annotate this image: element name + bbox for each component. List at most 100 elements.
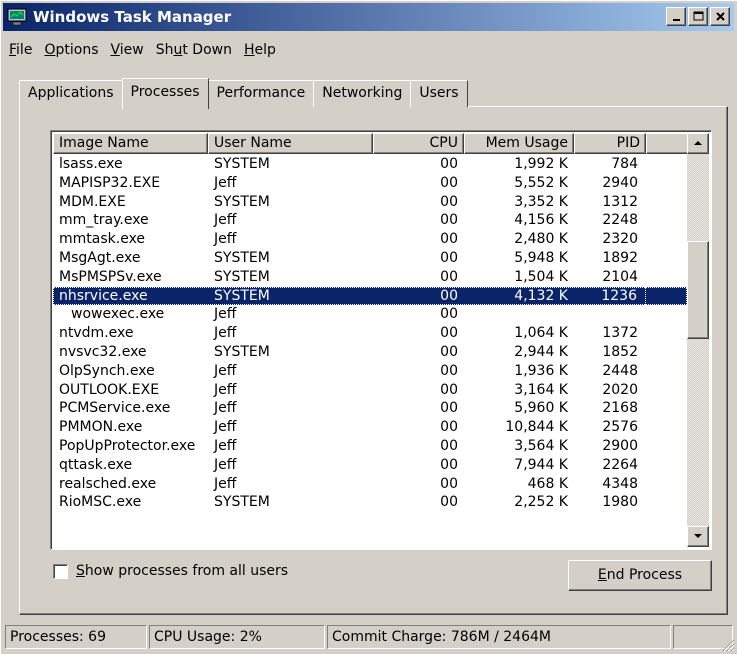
cell-mem-usage: 468 K bbox=[527, 475, 568, 492]
cell-mem-usage: 2,944 K bbox=[514, 343, 568, 360]
table-row[interactable]: realsched.exe Jeff 00 468 K 4348 bbox=[53, 475, 687, 494]
cell-user-name: Jeff bbox=[214, 475, 237, 492]
cell-cpu: 00 bbox=[440, 325, 458, 342]
cell-mem-usage: 10,844 K bbox=[505, 419, 568, 436]
table-row[interactable]: MDM.EXE SYSTEM 00 3,352 K 1312 bbox=[53, 193, 687, 212]
minimize-button[interactable] bbox=[666, 7, 686, 26]
cell-user-name: Jeff bbox=[214, 437, 237, 454]
cell-user-name: SYSTEM bbox=[214, 156, 270, 172]
menu-view[interactable]: View bbox=[106, 39, 151, 61]
cell-pid: 2264 bbox=[602, 456, 638, 473]
cell-mem-usage: 3,564 K bbox=[514, 437, 568, 454]
tab-performance[interactable]: Performance bbox=[207, 80, 315, 107]
cell-user-name: Jeff bbox=[214, 306, 237, 323]
menu-help[interactable]: Help bbox=[240, 39, 284, 61]
cell-cpu: 00 bbox=[440, 475, 458, 492]
cell-pid: 2940 bbox=[602, 174, 638, 191]
table-row[interactable]: OlpSynch.exe Jeff 00 1,936 K 2448 bbox=[53, 362, 687, 381]
table-row[interactable]: lsass.exe SYSTEM 00 1,992 K 784 bbox=[53, 155, 687, 174]
menu-bar: File Options View Shut Down Help bbox=[5, 39, 284, 61]
resize-grip-icon[interactable] bbox=[719, 636, 735, 652]
tab-users[interactable]: Users bbox=[410, 80, 468, 107]
table-row[interactable]: MsPMSPSv.exe SYSTEM 00 1,504 K 2104 bbox=[53, 268, 687, 287]
show-all-users-checkbox[interactable] bbox=[53, 563, 68, 579]
cell-mem-usage: 5,552 K bbox=[514, 174, 568, 191]
cell-pid: 1312 bbox=[602, 193, 638, 210]
process-list[interactable]: Image Name User Name CPU Mem Usage PID l… bbox=[50, 130, 712, 550]
table-row[interactable]: MsgAgt.exe SYSTEM 00 5,948 K 1892 bbox=[53, 249, 687, 268]
cell-user-name: Jeff bbox=[214, 381, 237, 398]
cell-user-name: Jeff bbox=[214, 325, 237, 342]
cell-pid: 2448 bbox=[602, 362, 638, 379]
cell-user-name: SYSTEM bbox=[214, 249, 270, 266]
column-header-mem-usage[interactable]: Mem Usage bbox=[464, 133, 574, 154]
column-header-empty bbox=[646, 133, 691, 154]
scroll-thumb[interactable] bbox=[687, 241, 709, 339]
cell-image-name: MDM.EXE bbox=[59, 193, 126, 210]
show-all-users-label[interactable]: Show processes from all users bbox=[76, 563, 288, 579]
table-row[interactable]: PCMService.exe Jeff 00 5,960 K 2168 bbox=[53, 399, 687, 418]
tab-strip: Applications Processes Performance Netwo… bbox=[19, 77, 468, 109]
table-row[interactable]: RioMSC.exe SYSTEM 00 2,252 K 1980 bbox=[53, 493, 687, 512]
cell-pid bbox=[574, 305, 646, 324]
table-row[interactable]: mmtask.exe Jeff 00 2,480 K 2320 bbox=[53, 230, 687, 249]
task-manager-window: Windows Task Manager File Options View S… bbox=[0, 0, 737, 654]
cell-mem-usage: 3,164 K bbox=[514, 381, 568, 398]
cell-cpu: 00 bbox=[440, 437, 458, 454]
table-row[interactable]: wowexec.exe Jeff 00 bbox=[53, 305, 687, 324]
status-bar: Processes: 69 CPU Usage: 2% Commit Charg… bbox=[5, 625, 735, 649]
column-header-cpu[interactable]: CPU bbox=[373, 133, 464, 154]
close-button[interactable] bbox=[710, 7, 730, 26]
cell-mem-usage: 5,960 K bbox=[514, 400, 568, 417]
cell-cpu: 00 bbox=[440, 306, 458, 323]
table-row[interactable]: MAPISP32.EXE Jeff 00 5,552 K 2940 bbox=[53, 174, 687, 193]
cell-cpu: 00 bbox=[440, 362, 458, 379]
tab-applications[interactable]: Applications bbox=[19, 80, 123, 107]
tab-networking[interactable]: Networking bbox=[313, 80, 412, 107]
cell-user-name: SYSTEM bbox=[214, 193, 270, 210]
menu-shut-down[interactable]: Shut Down bbox=[152, 39, 240, 61]
cell-image-name: MsgAgt.exe bbox=[59, 249, 141, 266]
table-row[interactable]: OUTLOOK.EXE Jeff 00 3,164 K 2020 bbox=[53, 381, 687, 400]
table-row[interactable]: PMMON.exe Jeff 00 10,844 K 2576 bbox=[53, 418, 687, 437]
column-header-image-name[interactable]: Image Name bbox=[53, 133, 208, 154]
cell-pid: 2020 bbox=[602, 381, 638, 398]
cell-pid: 2104 bbox=[602, 268, 638, 285]
status-processes: Processes: 69 bbox=[5, 625, 147, 649]
cell-user-name: SYSTEM bbox=[214, 287, 270, 304]
tab-processes[interactable]: Processes bbox=[121, 78, 209, 109]
cell-pid: 1980 bbox=[602, 494, 638, 511]
cell-mem-usage: 3,352 K bbox=[514, 193, 568, 210]
maximize-button[interactable] bbox=[688, 7, 708, 26]
cell-pid: 4348 bbox=[602, 475, 638, 492]
title-bar[interactable]: Windows Task Manager bbox=[3, 3, 734, 31]
menu-file[interactable]: File bbox=[5, 39, 40, 61]
cell-image-name: lsass.exe bbox=[59, 156, 123, 172]
cell-image-name: wowexec.exe bbox=[71, 306, 165, 323]
table-row[interactable]: PopUpProtector.exe Jeff 00 3,564 K 2900 bbox=[53, 437, 687, 456]
table-row[interactable]: nvsvc32.exe SYSTEM 00 2,944 K 1852 bbox=[53, 343, 687, 362]
cell-cpu: 00 bbox=[440, 156, 458, 172]
table-row[interactable]: nhsrvice.exe SYSTEM 00 4,132 K 1236 bbox=[53, 286, 687, 306]
menu-options[interactable]: Options bbox=[40, 39, 106, 61]
scroll-up-button[interactable] bbox=[687, 133, 709, 154]
show-all-users-option[interactable]: Show processes from all users bbox=[53, 563, 288, 579]
end-process-button[interactable]: End Process bbox=[568, 560, 712, 591]
table-row[interactable]: ntvdm.exe Jeff 00 1,064 K 1372 bbox=[53, 324, 687, 343]
vertical-scrollbar[interactable] bbox=[687, 133, 709, 547]
cell-mem-usage: 1,936 K bbox=[514, 362, 568, 379]
cell-cpu: 00 bbox=[440, 419, 458, 436]
table-row[interactable]: qttask.exe Jeff 00 7,944 K 2264 bbox=[53, 456, 687, 475]
cell-cpu: 00 bbox=[440, 494, 458, 511]
window-title: Windows Task Manager bbox=[33, 8, 232, 26]
scroll-down-button[interactable] bbox=[687, 526, 709, 547]
task-manager-icon[interactable] bbox=[7, 8, 27, 26]
column-header-user-name[interactable]: User Name bbox=[208, 133, 373, 154]
table-row[interactable]: mm_tray.exe Jeff 00 4,156 K 2248 bbox=[53, 211, 687, 230]
column-header-pid[interactable]: PID bbox=[574, 133, 646, 154]
cell-pid: 2320 bbox=[602, 231, 638, 248]
status-cpu-usage: CPU Usage: 2% bbox=[149, 625, 325, 649]
cell-mem-usage: 1,992 K bbox=[514, 156, 568, 172]
cell-pid: 2576 bbox=[602, 419, 638, 436]
cell-image-name: nhsrvice.exe bbox=[59, 287, 148, 304]
